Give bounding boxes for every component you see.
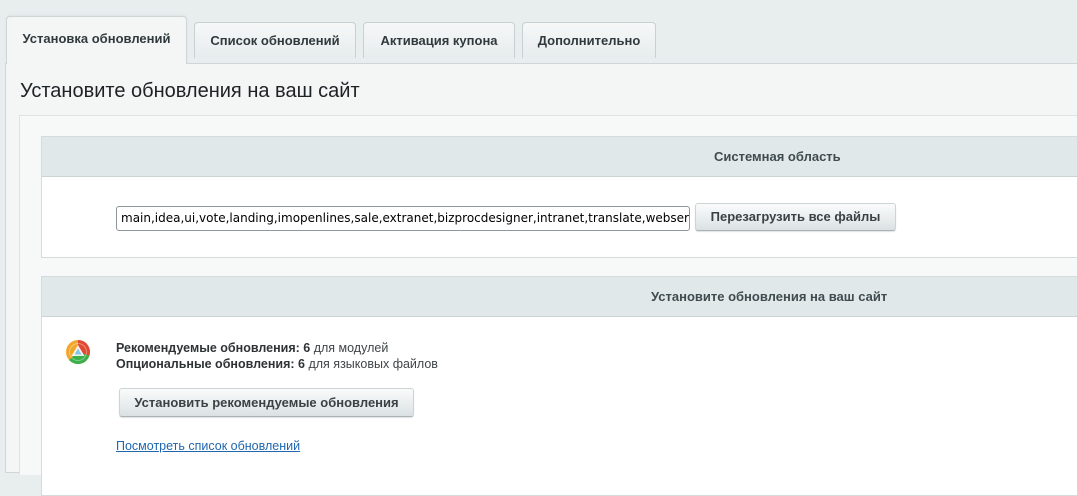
optional-updates-count: 6	[298, 357, 305, 371]
install-recommended-button[interactable]: Установить рекомендуемые обновления	[119, 388, 414, 417]
install-updates-header: Установите обновления на ваш сайт	[42, 277, 1077, 317]
view-updates-list-link[interactable]: Посмотреть список обновлений	[116, 439, 300, 453]
system-area-header: Системная область	[42, 137, 1077, 177]
system-area-section: Системная область main,idea,ui,vote,land…	[41, 136, 1077, 258]
tab-additional[interactable]: Дополнительно	[522, 22, 656, 58]
optional-updates-label: Опциональные обновления:	[116, 357, 295, 371]
reload-all-files-button[interactable]: Перезагрузить все файлы	[695, 203, 896, 231]
tab-install-updates[interactable]: Установка обновлений	[6, 16, 187, 64]
content-area: Системная область main,idea,ui,vote,land…	[19, 115, 1077, 496]
tab-bar: Установка обновлений Список обновлений А…	[0, 0, 1077, 64]
install-updates-section: Установите обновления на ваш сайт Рекоме…	[41, 276, 1077, 496]
page-title: Установите обновления на ваш сайт	[20, 80, 360, 102]
tab-coupon-activation[interactable]: Активация купона	[363, 22, 515, 58]
modules-input[interactable]: main,idea,ui,vote,landing,imopenlines,sa…	[116, 206, 690, 231]
recommended-updates-count: 6	[303, 341, 311, 355]
recommended-updates-label: Рекомендуемые обновления:	[116, 341, 300, 355]
optional-updates-suffix: для языковых файлов	[308, 357, 438, 371]
optional-updates-line: Опциональные обновления: 6 для языковых …	[116, 357, 438, 371]
recommended-updates-suffix: для модулей	[313, 341, 389, 355]
updates-icon	[66, 340, 90, 365]
recommended-updates-line: Рекомендуемые обновления: 6 для модулей	[116, 341, 388, 355]
main-panel: Установите обновления на ваш сайт Систем…	[5, 63, 1077, 496]
tab-updates-list[interactable]: Список обновлений	[194, 22, 356, 58]
